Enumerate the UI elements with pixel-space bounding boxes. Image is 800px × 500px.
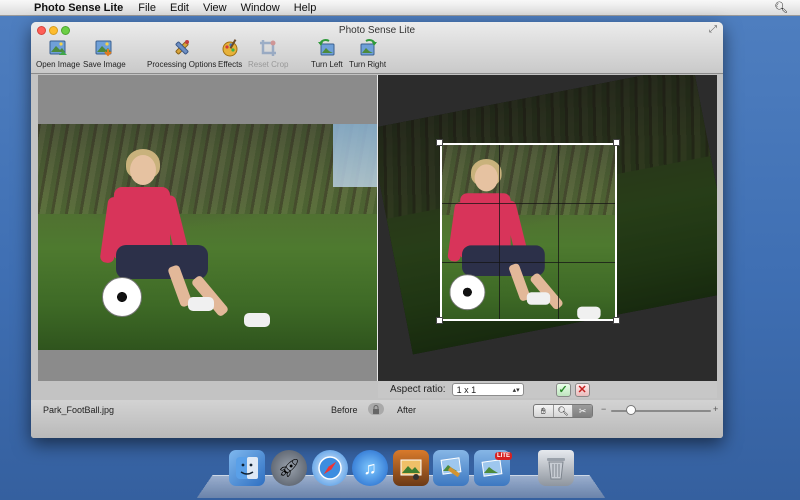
- crop-handle-top-left[interactable]: [436, 139, 443, 146]
- head: [474, 164, 498, 192]
- menu-app-name[interactable]: Photo Sense Lite: [26, 2, 131, 14]
- processing-options-label: Processing Options: [147, 60, 217, 69]
- crop-handle-top-right[interactable]: [613, 139, 620, 146]
- reset-crop-button[interactable]: Reset Crop: [248, 38, 288, 69]
- crop-grid-line: [499, 145, 500, 319]
- shoe: [244, 313, 270, 327]
- filename-label: Park_FootBall.jpg: [43, 405, 115, 415]
- crop-scissors-icon: ✂: [578, 405, 587, 416]
- open-image-label: Open Image: [36, 60, 81, 69]
- safari-compass-icon[interactable]: [312, 450, 348, 486]
- sky-patch: [332, 124, 377, 188]
- turn-right-label: Turn Right: [349, 60, 387, 69]
- reset-crop-label: Reset Crop: [248, 60, 289, 69]
- shoe: [577, 306, 601, 319]
- photo-sense-icon[interactable]: [433, 450, 469, 486]
- effects-icon: [220, 38, 240, 58]
- menu-edit[interactable]: Edit: [163, 2, 196, 14]
- zoom-out-icon: −: [601, 404, 607, 414]
- shoe: [188, 297, 214, 311]
- stepper-arrows-icon: ▴▾: [512, 386, 520, 394]
- save-image-label: Save Image: [83, 60, 126, 69]
- magnifier-icon: 🔍︎: [557, 405, 569, 416]
- after-label: After: [397, 405, 417, 415]
- crop-grid-line: [442, 203, 615, 204]
- menu-view[interactable]: View: [196, 2, 234, 14]
- shoe: [526, 292, 551, 305]
- legs: [116, 245, 208, 279]
- finder-icon[interactable]: [229, 450, 265, 486]
- cropped-photo: [442, 145, 615, 319]
- checkmark-icon: ✓: [558, 384, 568, 396]
- before-photo: [38, 124, 377, 350]
- zoom-tool-button[interactable]: 🔍︎: [554, 405, 574, 417]
- tool-mode-segmented-control: ✋︎ 🔍︎ ✂: [533, 404, 593, 418]
- girl-figure-cropped: [444, 159, 606, 319]
- close-icon: ✕: [577, 384, 587, 396]
- open-image-icon: [48, 38, 68, 58]
- main-window: Photo Sense Lite ⤢ Open Image Save Image…: [31, 22, 723, 438]
- crop-tool-button[interactable]: ✂: [573, 405, 592, 417]
- fullscreen-icon[interactable]: ⤢: [709, 24, 717, 35]
- effects-button[interactable]: Effects: [218, 38, 242, 69]
- aspect-ratio-value: 1 x 1: [456, 384, 477, 395]
- tools-icon: [172, 38, 192, 58]
- lite-badge: LITE: [495, 452, 512, 460]
- hand-icon: ✋︎: [540, 405, 546, 416]
- photo-sense-lite-icon[interactable]: LITE: [474, 450, 512, 486]
- menu-window[interactable]: Window: [234, 2, 287, 14]
- status-bar: Park_FootBall.jpg Before After ✋︎ 🔍︎ ✂ −…: [31, 400, 723, 438]
- head: [130, 155, 156, 185]
- rotate-right-icon: [358, 38, 378, 58]
- before-label: Before: [331, 405, 358, 415]
- cancel-crop-button[interactable]: ✕: [574, 382, 590, 397]
- shin: [190, 274, 230, 318]
- aspect-ratio-label: Aspect ratio:: [390, 384, 446, 395]
- menu-help[interactable]: Help: [287, 2, 324, 14]
- itunes-icon[interactable]: ♫: [352, 450, 388, 486]
- rotate-left-icon: [317, 38, 337, 58]
- crop-grid-line: [442, 262, 615, 263]
- hand-tool-button[interactable]: ✋︎: [534, 405, 554, 417]
- zoom-in-icon: +: [713, 404, 719, 414]
- before-panel[interactable]: [38, 75, 377, 381]
- girl-figure: [96, 149, 276, 327]
- after-panel[interactable]: [378, 75, 717, 381]
- legs: [462, 245, 545, 276]
- window-title: Photo Sense Lite: [338, 25, 416, 36]
- window-titlebar: Photo Sense Lite ⤢ Open Image Save Image…: [31, 22, 723, 74]
- soccer-ball: [102, 277, 142, 317]
- soccer-ball: [449, 274, 486, 311]
- effects-label: Effects: [218, 60, 243, 69]
- crop-grid-line: [558, 145, 559, 319]
- turn-left-label: Turn Left: [311, 60, 343, 69]
- processing-options-button[interactable]: Processing Options: [147, 38, 216, 69]
- spotlight-icon[interactable]: 🔍︎: [774, 1, 788, 14]
- aspect-ratio-select[interactable]: 1 x 1 ▴▾: [451, 383, 524, 396]
- trash-icon[interactable]: [538, 450, 574, 486]
- crop-icon: [258, 38, 278, 58]
- launchpad-rocket-icon[interactable]: 🚀︎: [271, 450, 307, 486]
- save-image-icon: [94, 38, 114, 58]
- lock-icon[interactable]: [368, 403, 384, 415]
- menu-file[interactable]: File: [131, 2, 163, 14]
- crop-handle-bottom-right[interactable]: [613, 317, 620, 324]
- crop-handle-bottom-left[interactable]: [436, 317, 443, 324]
- crop-rectangle[interactable]: [440, 143, 617, 321]
- apply-crop-button[interactable]: ✓: [555, 382, 571, 397]
- save-image-button[interactable]: Save Image: [83, 38, 126, 69]
- turn-right-button[interactable]: Turn Right: [349, 38, 386, 69]
- zoom-slider-knob[interactable]: [626, 405, 636, 415]
- turn-left-button[interactable]: Turn Left: [311, 38, 343, 69]
- menu-bar: Photo Sense Lite File Edit View Window H…: [0, 0, 800, 16]
- iphoto-icon[interactable]: [393, 450, 429, 486]
- open-image-button[interactable]: Open Image: [36, 38, 80, 69]
- aspect-ratio-bar: Aspect ratio: 1 x 1 ▴▾ ✓ ✕: [378, 381, 717, 398]
